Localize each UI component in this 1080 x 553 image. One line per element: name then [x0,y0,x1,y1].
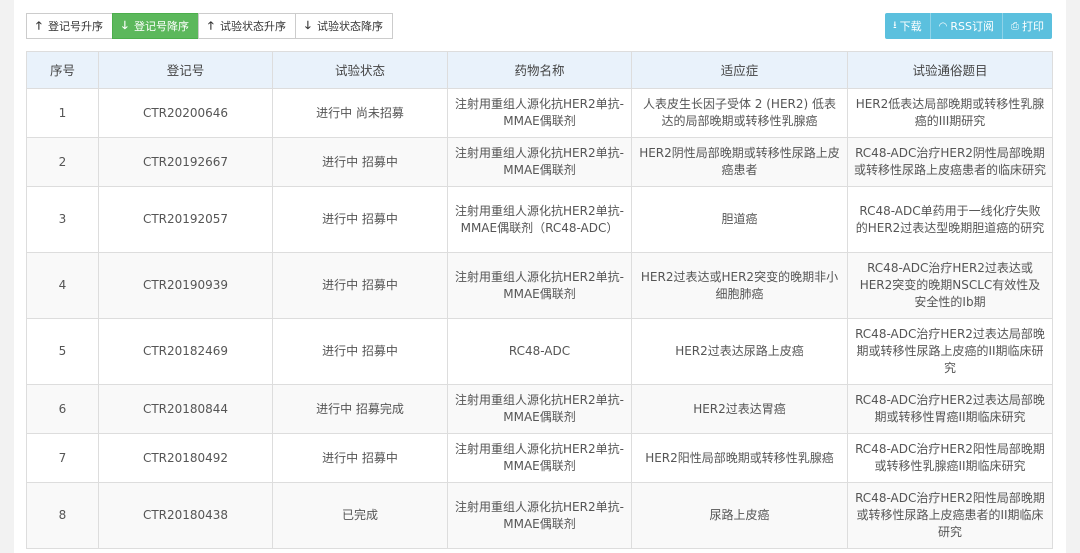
sort-label: 登记号降序 [134,20,189,33]
arrow-down-icon: 🡓 [305,18,311,32]
cell-regno[interactable]: CTR20200646 [98,88,273,138]
cell-regno[interactable]: CTR20180844 [98,384,273,434]
cell-status: 进行中 招募中 [272,433,448,483]
cell-drug: RC48-ADC [447,318,632,385]
cell-regno[interactable]: CTR20192057 [98,186,273,253]
col-header-indication[interactable]: 适应症 [631,51,848,89]
print-label: 打印 [1022,20,1044,33]
cell-title[interactable]: RC48-ADC治疗HER2阳性局部晚期或转移性乳腺癌II期临床研究 [847,433,1053,483]
arrow-up-icon: 🡑 [208,18,214,32]
cell-index: 2 [26,137,99,187]
cell-index: 3 [26,186,99,253]
cell-status: 进行中 招募中 [272,186,448,253]
sort-regno-desc-button[interactable]: 🡓 登记号降序 [112,13,199,39]
table-row[interactable]: 1 CTR20200646 进行中 尚未招募 注射用重组人源化抗HER2单抗-M… [26,88,1053,138]
cell-drug: 注射用重组人源化抗HER2单抗-MMAE偶联剂（RC48-ADC） [447,186,632,253]
arrow-up-icon: 🡑 [36,18,42,32]
table-row[interactable]: 3 CTR20192057 进行中 招募中 注射用重组人源化抗HER2单抗-MM… [26,186,1053,253]
cell-title[interactable]: RC48-ADC治疗HER2阳性局部晚期或转移性尿路上皮癌患者的II期临床研究 [847,482,1053,549]
cell-index: 6 [26,384,99,434]
results-panel: 🡑 登记号升序 🡓 登记号降序 🡑 试验状态升序 🡓 试验状态降序 ⭳ 下载 ◠ RSS订阅… [14,0,1066,553]
arrow-down-icon: 🡓 [122,18,128,32]
cell-indication: HER2阴性局部晚期或转移性尿路上皮癌患者 [631,137,848,187]
cell-indication: HER2过表达或HER2突变的晚期非小细胞肺癌 [631,252,848,319]
cell-title[interactable]: RC48-ADC治疗HER2阴性局部晚期或转移性尿路上皮癌患者的临床研究 [847,137,1053,187]
rss-label: RSS订阅 [950,20,994,33]
cell-status: 进行中 尚未招募 [272,88,448,138]
cell-index: 4 [26,252,99,319]
sort-regno-asc-button[interactable]: 🡑 登记号升序 [26,13,113,39]
cell-status: 进行中 招募中 [272,252,448,319]
table-row[interactable]: 8 CTR20180438 已完成 注射用重组人源化抗HER2单抗-MMAE偶联… [26,482,1053,549]
cell-indication: 胆道癌 [631,186,848,253]
sort-toolbar: 🡑 登记号升序 🡓 登记号降序 🡑 试验状态升序 🡓 试验状态降序 [26,13,393,39]
cell-drug: 注射用重组人源化抗HER2单抗-MMAE偶联剂 [447,384,632,434]
col-header-title[interactable]: 试验通俗题目 [847,51,1053,89]
cell-title[interactable]: RC48-ADC治疗HER2过表达局部晚期或转移性胃癌II期临床研究 [847,384,1053,434]
cell-index: 5 [26,318,99,385]
cell-indication: HER2阳性局部晚期或转移性乳腺癌 [631,433,848,483]
cell-regno[interactable]: CTR20182469 [98,318,273,385]
cell-title[interactable]: RC48-ADC单药用于一线化疗失败的HER2过表达型晚期胆道癌的研究 [847,186,1053,253]
col-header-drug[interactable]: 药物名称 [447,51,632,89]
cell-drug: 注射用重组人源化抗HER2单抗-MMAE偶联剂 [447,137,632,187]
download-icon: ⭳ [893,19,897,31]
trials-table: 序号 登记号 试验状态 药物名称 适应症 试验通俗题目 1 CTR2020064… [26,51,1053,549]
cell-status: 进行中 招募中 [272,318,448,385]
table-row[interactable]: 2 CTR20192667 进行中 招募中 注射用重组人源化抗HER2单抗-MM… [26,137,1053,187]
action-toolbar: ⭳ 下载 ◠ RSS订阅 ⎙ 打印 [885,13,1052,39]
cell-status: 进行中 招募中 [272,137,448,187]
cell-status: 已完成 [272,482,448,549]
cell-indication: 尿路上皮癌 [631,482,848,549]
print-button[interactable]: ⎙ 打印 [1002,13,1052,39]
table-row[interactable]: 5 CTR20182469 进行中 招募中 RC48-ADC HER2过表达尿路… [26,318,1053,385]
download-label: 下载 [899,20,922,33]
col-header-regno[interactable]: 登记号 [98,51,273,89]
col-header-status[interactable]: 试验状态 [272,51,448,89]
cell-drug: 注射用重组人源化抗HER2单抗-MMAE偶联剂 [447,88,632,138]
cell-title[interactable]: RC48-ADC治疗HER2过表达或HER2突变的晚期NSCLC有效性及安全性的… [847,252,1053,319]
print-icon: ⎙ [1011,20,1019,32]
sort-label: 试验状态降序 [317,20,383,33]
col-header-index[interactable]: 序号 [26,51,99,89]
cell-regno[interactable]: CTR20180438 [98,482,273,549]
cell-regno[interactable]: CTR20190939 [98,252,273,319]
rss-subscribe-button[interactable]: ◠ RSS订阅 [929,13,1002,39]
sort-label: 试验状态升序 [220,20,286,33]
cell-index: 7 [26,433,99,483]
table-row[interactable]: 6 CTR20180844 进行中 招募完成 注射用重组人源化抗HER2单抗-M… [26,384,1053,434]
sort-status-asc-button[interactable]: 🡑 试验状态升序 [198,13,296,39]
cell-title[interactable]: RC48-ADC治疗HER2过表达局部晚期或转移性尿路上皮癌的II期临床研究 [847,318,1053,385]
sort-status-desc-button[interactable]: 🡓 试验状态降序 [295,13,393,39]
download-button[interactable]: ⭳ 下载 [885,13,930,39]
cell-status: 进行中 招募完成 [272,384,448,434]
sort-label: 登记号升序 [48,20,103,33]
cell-regno[interactable]: CTR20192667 [98,137,273,187]
cell-drug: 注射用重组人源化抗HER2单抗-MMAE偶联剂 [447,482,632,549]
cell-title[interactable]: HER2低表达局部晚期或转移性乳腺癌的III期研究 [847,88,1053,138]
table-row[interactable]: 7 CTR20180492 进行中 招募中 注射用重组人源化抗HER2单抗-MM… [26,433,1053,483]
cell-indication: 人表皮生长因子受体 2 (HER2) 低表达的局部晚期或转移性乳腺癌 [631,88,848,138]
cell-drug: 注射用重组人源化抗HER2单抗-MMAE偶联剂 [447,433,632,483]
cell-indication: HER2过表达胃癌 [631,384,848,434]
table-row[interactable]: 4 CTR20190939 进行中 招募中 注射用重组人源化抗HER2单抗-MM… [26,252,1053,319]
cell-indication: HER2过表达尿路上皮癌 [631,318,848,385]
cell-index: 1 [26,88,99,138]
table-header-row: 序号 登记号 试验状态 药物名称 适应症 试验通俗题目 [26,51,1053,89]
cell-index: 8 [26,482,99,549]
cell-drug: 注射用重组人源化抗HER2单抗-MMAE偶联剂 [447,252,632,319]
cell-regno[interactable]: CTR20180492 [98,433,273,483]
rss-icon: ◠ [938,20,948,32]
